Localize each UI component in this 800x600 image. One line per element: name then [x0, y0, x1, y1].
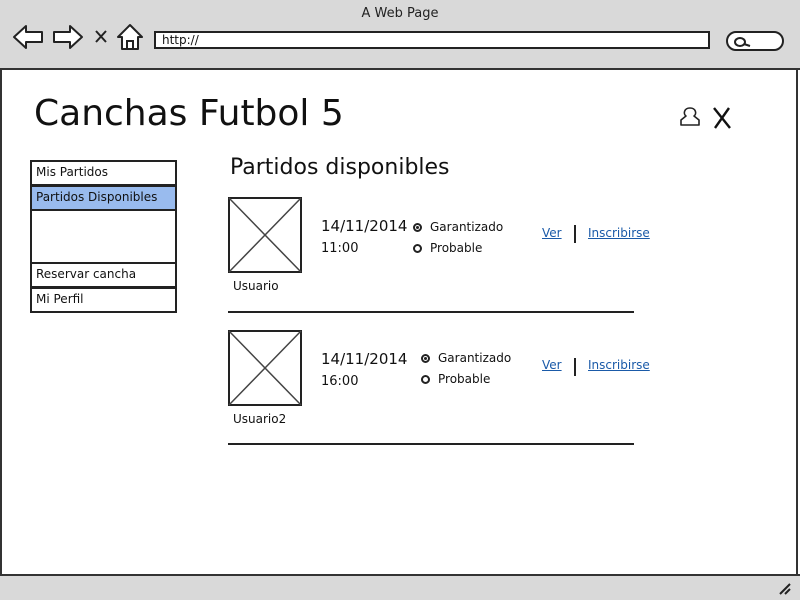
- sidebar-item-reservar-cancha[interactable]: Reservar cancha: [30, 262, 177, 288]
- option-probable[interactable]: Probable: [413, 241, 482, 255]
- option-probable[interactable]: Probable: [421, 372, 490, 386]
- match-time: 16:00: [321, 374, 359, 389]
- option-label: Garantizado: [438, 351, 512, 365]
- match-date: 14/11/2014: [321, 350, 408, 368]
- join-link[interactable]: Inscribirse: [588, 226, 650, 240]
- divider: [228, 311, 634, 313]
- sidebar-item-mi-perfil[interactable]: Mi Perfil: [30, 287, 177, 313]
- home-icon: [117, 24, 143, 50]
- search-icon: [734, 37, 751, 47]
- close-icon: [95, 30, 107, 43]
- divider: [228, 443, 634, 445]
- user-icon[interactable]: [678, 106, 702, 132]
- section-title: Partidos disponibles: [230, 155, 450, 180]
- match-date: 14/11/2014: [321, 217, 408, 235]
- option-label: Probable: [438, 372, 491, 386]
- user-image-placeholder-icon: [228, 330, 302, 406]
- url-input[interactable]: http://: [154, 31, 710, 49]
- view-link[interactable]: Ver: [542, 226, 562, 240]
- radio-selected-icon[interactable]: [413, 222, 422, 232]
- arrow-right-icon: [53, 25, 83, 49]
- sidebar-item-partidos-disponibles[interactable]: Partidos Disponibles: [30, 185, 177, 211]
- view-link[interactable]: Ver: [542, 358, 562, 372]
- back-button[interactable]: [12, 22, 43, 52]
- option-label: Garantizado: [430, 220, 504, 234]
- option-label: Probable: [430, 241, 483, 255]
- logout-close-icon[interactable]: [711, 106, 733, 134]
- page-title: Canchas Futbol 5: [34, 93, 344, 134]
- resize-grip-icon[interactable]: [776, 580, 792, 596]
- search-input[interactable]: [726, 31, 784, 51]
- join-link[interactable]: Inscribirse: [588, 358, 650, 372]
- status-bar: [0, 574, 800, 600]
- browser-toolbar: A Web Page http://: [0, 0, 800, 70]
- user-image-placeholder-icon: [228, 197, 302, 273]
- arrow-left-icon: [13, 25, 43, 49]
- sidebar-spacer: [30, 211, 177, 263]
- option-garantizado[interactable]: Garantizado: [421, 351, 511, 365]
- link-separator: [574, 358, 576, 376]
- link-separator: [574, 225, 576, 243]
- radio-unselected-icon[interactable]: [421, 374, 430, 384]
- match-user: Usuario: [233, 279, 279, 293]
- option-garantizado[interactable]: Garantizado: [413, 220, 503, 234]
- match-card: Usuario2 14/11/2014 16:00 Garantizado Pr…: [228, 330, 650, 450]
- sidebar-item-mis-partidos[interactable]: Mis Partidos: [30, 160, 177, 186]
- radio-unselected-icon[interactable]: [413, 243, 422, 253]
- home-button[interactable]: [116, 22, 146, 52]
- match-card: Usuario 14/11/2014 11:00 Garantizado Pro…: [228, 197, 650, 317]
- radio-selected-icon[interactable]: [421, 353, 430, 363]
- window-title: A Web Page: [361, 6, 439, 21]
- forward-button[interactable]: [52, 22, 83, 52]
- match-user: Usuario2: [233, 412, 287, 426]
- match-time: 11:00: [321, 241, 359, 256]
